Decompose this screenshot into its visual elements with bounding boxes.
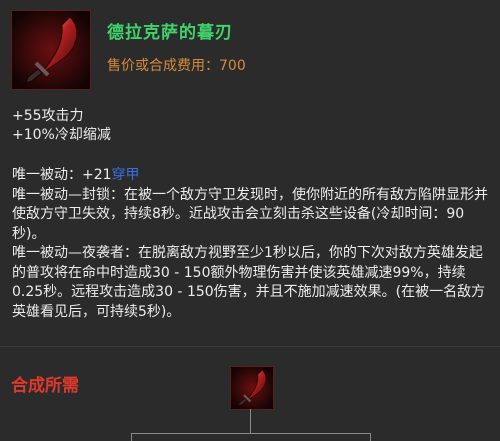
section-divider [0, 346, 500, 347]
recipe-tree-right-stub [370, 433, 371, 441]
dusk-blade-icon [11, 10, 91, 90]
recipe-tree-branch [131, 433, 371, 434]
recipe-tree-connector [250, 409, 251, 433]
passive-blackout: 唯一被动—封锁：在被一个敌方守卫发现时，使你附近的所有敌方陷阱显形并使敌方守卫失… [12, 186, 488, 242]
passive-armor-pen: 唯一被动：+21穿甲 [12, 166, 492, 186]
stat-attack-damage: +55攻击力 [12, 108, 84, 124]
item-stats: +55攻击力 +10%冷却缩减 [12, 107, 111, 145]
item-cost: 售价或合成费用：700 [107, 58, 246, 74]
stat-cooldown-reduction: +10%冷却缩减 [12, 127, 111, 143]
passive-nightstalker: 唯一被动—夜袭者：在脱离敌方视野至少1秒以后，你的下次对敌方英雄发起的普攻将在命… [12, 245, 486, 320]
recipe-tree-left-stub [131, 433, 132, 441]
passive-armor-pen-text: 唯一被动：+21 [12, 167, 112, 183]
recipe-title: 合成所需 [11, 376, 79, 396]
armor-pen-link[interactable]: 穿甲 [112, 167, 140, 183]
item-name: 德拉克萨的暮刃 [107, 23, 233, 43]
item-passives: 唯一被动：+21穿甲 唯一被动—封锁：在被一个敌方守卫发现时，使你附近的所有敌方… [12, 166, 492, 322]
recipe-item-icon[interactable] [230, 366, 274, 410]
